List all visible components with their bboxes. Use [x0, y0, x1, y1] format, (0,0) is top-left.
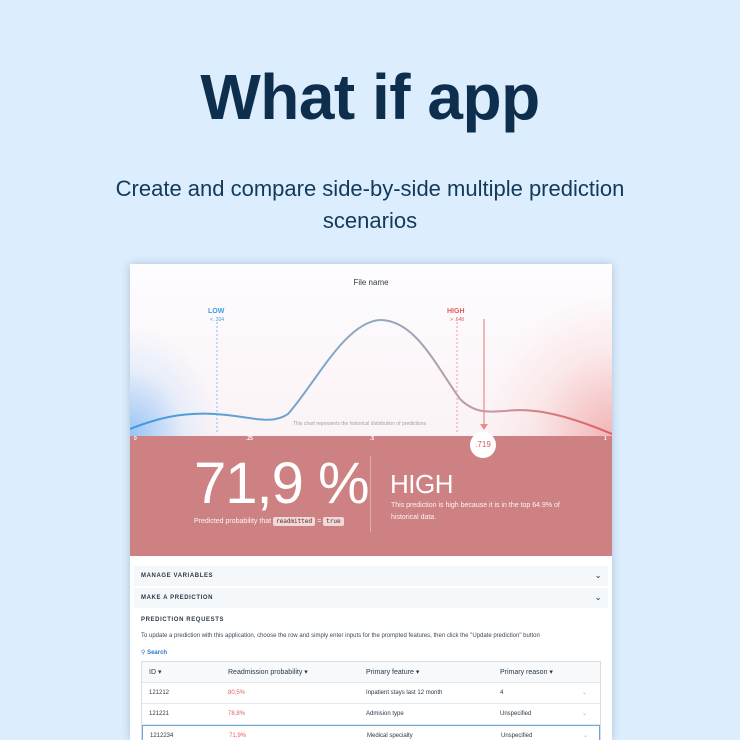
row-reason: Unspecified: [500, 711, 532, 717]
column-label: Primary feature: [366, 669, 414, 676]
row-feature: Inpatient stays last 12 month: [366, 690, 443, 696]
app-window: File name LOW < .204 HIGH > .648 This ch…: [130, 264, 612, 740]
column-header-id[interactable]: ID ▾: [149, 662, 161, 683]
high-threshold: > .648: [450, 317, 465, 323]
result-divider: [370, 456, 371, 532]
row-probability: 71,9%: [229, 733, 247, 739]
tick-025: .25: [246, 436, 253, 442]
row-reason: 4: [500, 690, 504, 696]
high-label: HIGH: [447, 308, 465, 315]
row-id: 121212: [149, 690, 170, 696]
column-label: Primary reason: [500, 669, 548, 676]
chevron-down-icon[interactable]: ⌄: [582, 683, 587, 704]
column-header-probability[interactable]: Readmission probability ▾: [228, 662, 308, 683]
distribution-curve-svg: [130, 318, 612, 435]
table-row[interactable]: 121221 78,8% Admision type Unspecified ⌄: [142, 704, 600, 725]
column-label: Readmission probability: [228, 669, 303, 676]
column-label: ID: [149, 669, 156, 676]
row-feature: Admision type: [366, 711, 404, 717]
prediction-requests-table: ID ▾ Readmission probability ▾ Primary f…: [141, 661, 601, 740]
requests-instructions: To update a prediction with this applica…: [141, 633, 540, 639]
chart-note: This chart represents the historical dis…: [293, 421, 427, 427]
manage-variables-label: MANAGE VARIABLES: [141, 573, 214, 579]
variable-chip: readmitted: [273, 517, 316, 526]
make-prediction-label: MAKE A PREDICTION: [141, 595, 214, 601]
value-chip: true: [323, 517, 344, 526]
chevron-down-icon[interactable]: ⌄: [583, 726, 588, 740]
search-label: Search: [147, 650, 168, 656]
column-header-feature[interactable]: Primary feature ▾: [366, 662, 419, 683]
tick-1: 1: [604, 436, 607, 442]
low-threshold: < .204: [210, 317, 225, 323]
hero-title: What if app: [200, 61, 540, 133]
row-reason: Unspecified: [501, 733, 533, 739]
row-id: 1212234: [150, 733, 174, 739]
row-probability: 78,8%: [228, 711, 246, 717]
table-header: ID ▾ Readmission probability ▾ Primary f…: [142, 662, 600, 683]
caption-prefix: Predicted probability that: [194, 518, 272, 525]
probability-caption: Predicted probability that readmitted = …: [194, 517, 344, 526]
tick-0: 0: [134, 436, 137, 442]
distribution-curve: [130, 318, 612, 435]
sort-caret-icon: ▾: [549, 669, 553, 676]
chevron-down-icon[interactable]: ⌄: [595, 566, 602, 586]
row-feature: Medical specialty: [367, 733, 413, 739]
sort-caret-icon: ▾: [157, 669, 162, 676]
prediction-level-description: This prediction is high because it is in…: [391, 502, 560, 521]
make-prediction-section[interactable]: MAKE A PREDICTION ⌄: [134, 588, 608, 608]
predicted-probability: 71,9 %: [194, 451, 370, 516]
prediction-requests-section: PREDICTION REQUESTS: [134, 610, 608, 630]
prediction-marker-arrow: [480, 424, 488, 430]
search-link[interactable]: ⚲ Search: [141, 649, 167, 656]
manage-variables-section[interactable]: MANAGE VARIABLES ⌄: [134, 566, 608, 586]
tick-05: .5: [370, 436, 375, 442]
low-label: LOW: [208, 308, 225, 315]
prediction-marker-value: .719: [470, 432, 496, 458]
row-id: 121221: [149, 711, 170, 717]
chevron-down-icon[interactable]: ⌄: [582, 704, 587, 725]
sort-caret-icon: ▾: [415, 669, 420, 676]
prediction-requests-label: PREDICTION REQUESTS: [141, 617, 225, 623]
row-probability: 80,5%: [228, 690, 246, 696]
hero-subtitle: Create and compare side-by-side multiple…: [115, 176, 625, 233]
column-header-reason[interactable]: Primary reason ▾: [500, 662, 553, 683]
operator: =: [317, 518, 322, 525]
table-row[interactable]: 121212 80,5% Inpatient stays last 12 mon…: [142, 683, 600, 704]
search-icon: ⚲: [141, 650, 146, 656]
sort-caret-icon: ▾: [304, 669, 308, 676]
table-row-selected[interactable]: 1212234 71,9% Medical specialty Unspecif…: [142, 725, 600, 740]
chevron-down-icon[interactable]: ⌄: [595, 588, 602, 608]
prediction-level: HIGH: [390, 469, 454, 499]
